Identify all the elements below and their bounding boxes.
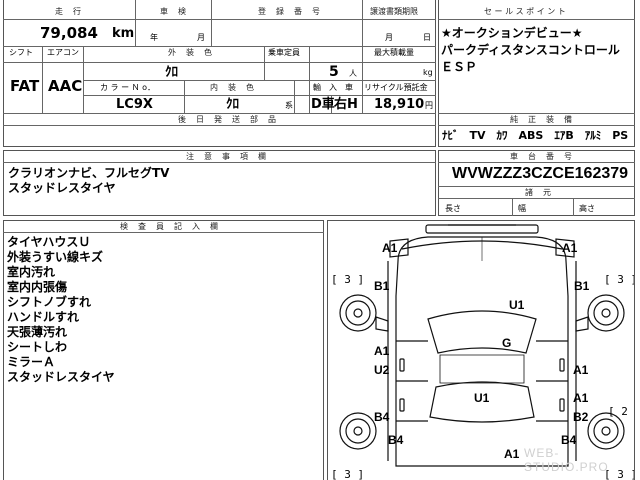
watermark: WEB-STUDIO.PRO [524, 446, 609, 474]
inspector-note: タイヤハウスＵ [7, 235, 91, 249]
recycle-label: リサイクル預託金 [364, 83, 428, 92]
note-line: スタッドレスタイヤ [8, 181, 116, 195]
inspector-note: 天張薄汚れ [7, 325, 68, 339]
recycle-value: 18,910 [374, 97, 425, 112]
inspector-label: 検 査 員 記 入 欄 [120, 222, 219, 231]
color-no-value: LC9X [116, 97, 153, 112]
damage-mark: U2 [374, 363, 390, 377]
inspector-note: シートしわ [7, 340, 68, 354]
sales-points-label: セ ー ル ス ポ イ ン ト [484, 7, 566, 16]
genuine-equipment-items: ﾅﾋﾞ TV ｶﾜ ABS ｴｱB ｱﾙﾐ PS PW [442, 129, 640, 142]
steering-value: 右H [334, 97, 358, 112]
damage-mark: A1 [562, 241, 578, 255]
sales-point-line: ＥＳＰ [441, 60, 478, 74]
inspector-note: スタッドレスタイヤ [7, 370, 115, 384]
sales-point-line: ★オークションデビュー★ [441, 26, 583, 40]
capacity-label: 乗車定員 [268, 48, 300, 57]
damage-mark: B4 [374, 410, 390, 424]
damage-mark: G [502, 336, 512, 350]
dims-label: 諸 元 [525, 188, 552, 197]
damage-mark: A1 [573, 363, 589, 377]
interior-color-label: 内 装 色 [210, 83, 255, 92]
notes-label: 注 意 事 項 欄 [186, 152, 267, 161]
shift-label: シフト [9, 48, 33, 57]
damage-mark: B1 [374, 279, 390, 293]
aircon-value: AAC [48, 77, 83, 95]
import-label: 輸 入 車 [313, 83, 353, 92]
damage-map: A1 A1 B1 B1 U1 G A1 U2 A1 A1 U1 B4 B2 B4… [327, 220, 635, 480]
capacity-value: 5 [329, 64, 339, 80]
shift-value: FAT [10, 77, 40, 95]
inspection-month: 月 [197, 33, 205, 42]
damage-mark: U1 [474, 391, 490, 405]
drive-value: D車 [311, 97, 335, 112]
tire-grade: [ 3 ] [331, 273, 365, 286]
inspection-label: 車 検 [160, 7, 187, 16]
capacity-unit: 人 [349, 69, 357, 78]
damage-mark: A1 [382, 241, 398, 255]
chassis-number: WVWZZZ3CZCE162379 [452, 165, 629, 182]
transfer-month: 月 [385, 33, 393, 42]
aftermarket-label: 後 日 発 送 部 品 [178, 115, 277, 124]
max-load-label: 最大積載量 [374, 48, 414, 57]
damage-mark: A1 [374, 344, 390, 358]
damage-mark: B1 [574, 279, 590, 293]
interior-color-value: ｸﾛ [226, 97, 239, 112]
inspector-note: 室内内張傷 [7, 280, 68, 294]
interior-suffix: 系 [285, 101, 293, 110]
inspector-note: シフトノブすれ [7, 295, 92, 309]
width-label: 幅 [518, 204, 526, 213]
height-label: 高さ [579, 204, 595, 213]
tire-grade: [ 3 ] [604, 273, 635, 286]
recycle-unit: 円 [425, 101, 433, 110]
max-load-unit: kg [423, 68, 433, 77]
aircon-label: エアコン [47, 48, 79, 57]
color-no-label: カ ラ ー Ｎ o． [100, 83, 156, 92]
mileage-value: 79,084 [40, 24, 98, 42]
chassis-label: 車 台 番 号 [510, 152, 573, 161]
sales-point-line: パークディスタンスコントロール [441, 43, 620, 57]
inspector-note: 室内汚れ [7, 265, 56, 279]
transfer-deadline-label: 譲渡書類期限 [370, 7, 418, 16]
inspector-note: ハンドルすれ [7, 310, 80, 324]
inspection-year: 年 [150, 33, 158, 42]
damage-mark: B4 [561, 433, 577, 447]
length-label: 長さ [445, 204, 461, 213]
genuine-equipment-label: 純 正 装 備 [510, 115, 573, 124]
tire-grade: [ 3 ] [331, 468, 365, 480]
mileage-label: 走 行 [55, 7, 82, 16]
damage-mark: A1 [573, 391, 589, 405]
exterior-color-label: 外 装 色 [168, 48, 213, 57]
note-line: クラリオンナビ、フルセグTV [8, 166, 170, 180]
mileage-unit: km [112, 26, 135, 41]
transfer-day: 日 [423, 33, 431, 42]
inspector-note: ミラーＡ [7, 355, 56, 369]
damage-mark: A1 [504, 447, 520, 461]
damage-mark: B4 [388, 433, 404, 447]
exterior-color-value: ｸﾛ [165, 65, 178, 80]
registration-label: 登 録 番 号 [258, 7, 321, 16]
damage-mark: U1 [509, 298, 525, 312]
tire-grade: [ 2 [608, 405, 628, 418]
damage-mark: B2 [573, 410, 589, 424]
inspector-note: 外装うすい線キズ [7, 250, 104, 264]
